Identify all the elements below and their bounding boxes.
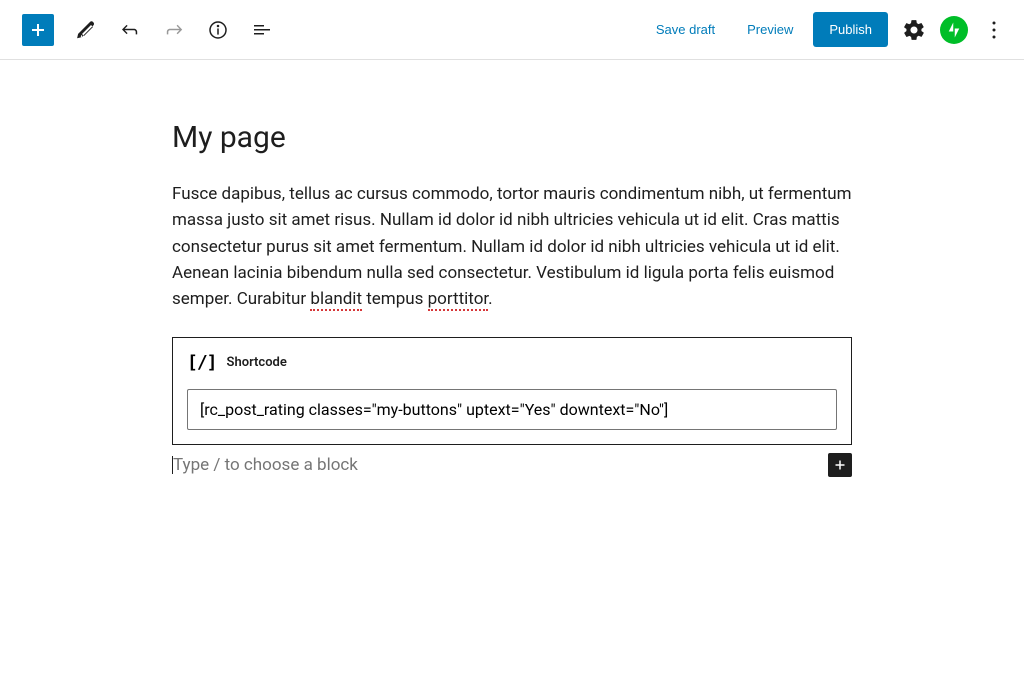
undo-button[interactable] xyxy=(112,12,148,48)
gear-icon xyxy=(902,18,926,42)
page-title[interactable]: My page xyxy=(172,120,852,155)
spell-error: blandit xyxy=(310,289,362,311)
settings-button[interactable] xyxy=(896,12,932,48)
jetpack-icon xyxy=(945,21,963,39)
editor-canvas: My page Fusce dapibus, tellus ac cursus … xyxy=(172,60,852,485)
add-block-button[interactable] xyxy=(22,14,54,46)
save-draft-button[interactable]: Save draft xyxy=(644,14,727,45)
preview-button[interactable]: Preview xyxy=(735,14,805,45)
plus-icon xyxy=(831,456,849,474)
block-appender-button[interactable] xyxy=(828,453,852,477)
more-vertical-icon xyxy=(982,18,1006,42)
more-options-button[interactable] xyxy=(976,12,1012,48)
shortcode-input[interactable] xyxy=(187,389,837,430)
redo-icon xyxy=(162,18,186,42)
toolbar-right: Save draft Preview Publish xyxy=(644,12,1012,48)
document-info-button[interactable] xyxy=(200,12,236,48)
shortcode-block[interactable]: [/] Shortcode xyxy=(172,337,852,445)
block-appender: Type / to choose a block xyxy=(172,445,852,485)
document-outline-button[interactable] xyxy=(244,12,280,48)
info-icon xyxy=(206,18,230,42)
toolbar-left xyxy=(12,12,280,48)
shortcode-header: [/] Shortcode xyxy=(187,352,837,373)
editor-toolbar: Save draft Preview Publish xyxy=(0,0,1024,60)
shortcode-icon: [/] xyxy=(187,352,217,373)
jetpack-button[interactable] xyxy=(940,16,968,44)
publish-button[interactable]: Publish xyxy=(813,12,888,47)
pencil-icon xyxy=(74,18,98,42)
paragraph-block[interactable]: Fusce dapibus, tellus ac cursus commodo,… xyxy=(172,181,852,313)
redo-button[interactable] xyxy=(156,12,192,48)
block-appender-placeholder[interactable]: Type / to choose a block xyxy=(172,445,828,485)
outline-icon xyxy=(250,18,274,42)
undo-icon xyxy=(118,18,142,42)
shortcode-label: Shortcode xyxy=(227,355,287,370)
plus-icon xyxy=(26,18,50,42)
spell-error: porttitor xyxy=(428,289,489,311)
edit-tool-button[interactable] xyxy=(68,12,104,48)
